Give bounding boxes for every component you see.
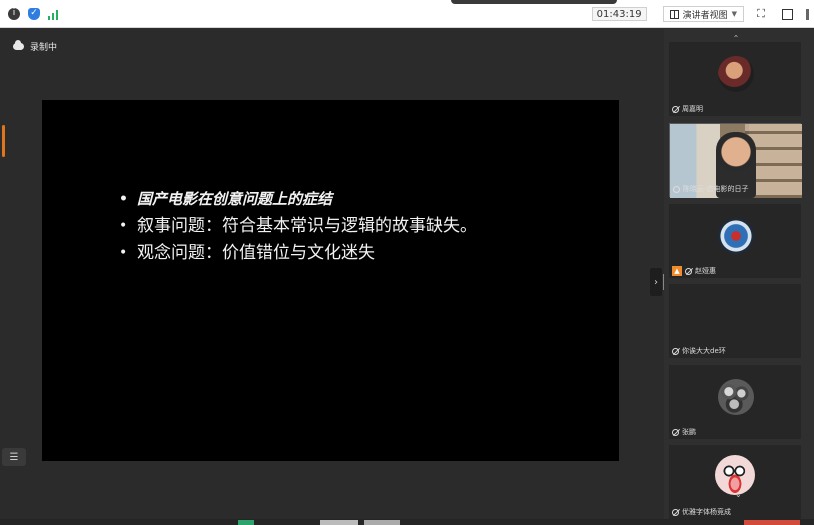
view-switch-button[interactable]: 演讲者视图 ▼ (662, 6, 744, 22)
bottom-toolbar-edge (0, 519, 814, 525)
fullscreen-button[interactable]: ⛶ (752, 6, 770, 22)
view-grid-icon (669, 9, 679, 19)
participant-name-tag: 周嘉明 (672, 104, 703, 114)
bullet-text: 国产电影在创意问题上的症结 (137, 190, 333, 208)
avatar (718, 379, 754, 415)
signal-icon[interactable] (48, 8, 62, 20)
participant-name: 你诶大大de环 (682, 347, 726, 355)
fullscreen-icon: ⛶ (757, 7, 765, 20)
mic-muted-icon (672, 347, 679, 355)
slide-bullet: • 观念问题：价值错位与文化迷失 (119, 240, 477, 267)
avatar (715, 455, 755, 495)
slide-bullet: • 国产电影在创意问题上的症结 (119, 186, 477, 213)
slide-bullet: • 叙事问题：符合基本常识与逻辑的故事缺失。 (119, 213, 477, 240)
participant-name: 优雅字体杨竞成 (682, 508, 731, 516)
top-toolbar: i ✓ 01:43:19 演讲者视图 ▼ ⛶ (0, 0, 814, 28)
view-label: 演讲者视图 (682, 10, 728, 21)
mic-muted-icon (672, 508, 679, 516)
bullet-dot: • (119, 191, 128, 207)
participant-name-tag: ▲ 赵娅惠 (672, 266, 716, 276)
host-icon: ▲ (672, 266, 682, 276)
more-button[interactable] (804, 6, 810, 22)
participant-name: 陈晓云-恋电影的日子 (683, 185, 749, 193)
window-icon (781, 8, 793, 20)
info-icon[interactable]: i (8, 7, 20, 20)
left-accent-handle[interactable] (2, 125, 5, 157)
participant-name: 张鹏 (682, 428, 696, 436)
list-icon: ☰ (9, 451, 19, 463)
chevron-right-icon: › (654, 276, 658, 288)
bullet-text: 叙事问题：符合基本常识与逻辑的故事缺失。 (137, 216, 477, 236)
participant-name: 周嘉明 (682, 105, 703, 113)
shield-icon[interactable]: ✓ (28, 7, 40, 20)
recording-indicator: 录制中 (13, 40, 57, 53)
participant-name-tag: 优雅字体杨竞成 (672, 507, 731, 517)
mic-icon (673, 185, 680, 193)
participant-name-tag: 陈晓云-恋电影的日子 (673, 184, 749, 194)
bullet-dot: • (119, 245, 128, 261)
collapse-panel-button[interactable]: › (650, 268, 662, 296)
bullet-dot: • (119, 218, 128, 234)
mic-muted-icon (685, 267, 692, 275)
window-button[interactable] (778, 6, 796, 22)
slide-bullets: • 国产电影在创意问题上的症结 • 叙事问题：符合基本常识与逻辑的故事缺失。 •… (119, 186, 477, 267)
list-toggle-button[interactable]: ☰ (2, 448, 26, 466)
status-icons: i ✓ (0, 7, 62, 20)
participant-tile[interactable]: 张鹏 (669, 365, 801, 439)
toolbar-right: 01:43:19 演讲者视图 ▼ ⛶ (591, 0, 814, 28)
bar-icon (805, 8, 809, 20)
chevron-down-icon[interactable]: ⌄ (735, 490, 742, 499)
participant-name-tag: 你诶大大de环 (672, 346, 726, 356)
participant-tile[interactable]: 你诶大大de环 (669, 284, 801, 358)
chevron-down-icon: ▼ (731, 10, 737, 18)
mic-muted-icon (672, 428, 679, 436)
participant-panel: ⌃ 周嘉明 陈晓云-恋电影的日子 ▲ 赵娅惠 你诶大大de环 张鹏 ⌄ 优雅字体… (664, 29, 814, 525)
avatar (718, 218, 754, 254)
participant-tile-video[interactable]: 陈晓云-恋电影的日子 (669, 123, 802, 198)
participant-name-tag: 张鹏 (672, 427, 696, 437)
bullet-text: 观念问题：价值错位与文化迷失 (137, 243, 375, 263)
participant-tile[interactable]: ⌄ 优雅字体杨竞成 (669, 445, 801, 519)
shared-slide: • 国产电影在创意问题上的症结 • 叙事问题：符合基本常识与逻辑的故事缺失。 •… (42, 100, 619, 461)
participant-tile[interactable]: 周嘉明 (669, 42, 801, 116)
participant-name: 赵娅惠 (695, 267, 716, 275)
mic-muted-icon (672, 105, 679, 113)
cloud-icon (13, 40, 24, 50)
recording-label: 录制中 (30, 43, 58, 53)
meeting-timer: 01:43:19 (591, 7, 647, 21)
participant-tile[interactable]: ▲ 赵娅惠 (669, 204, 801, 278)
avatar (718, 56, 754, 92)
